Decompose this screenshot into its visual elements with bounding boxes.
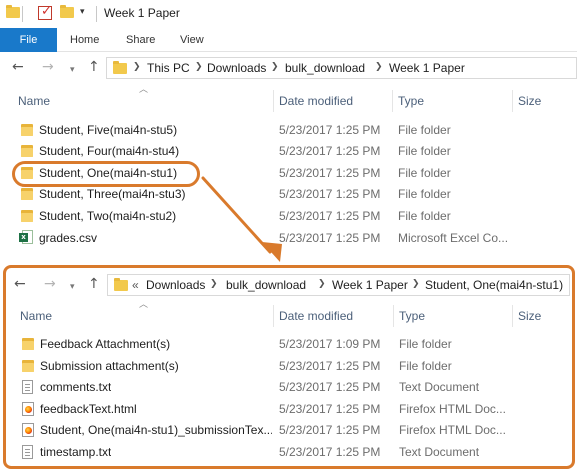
list-item[interactable]: Submission attachment(s) 5/23/2017 1:25 … [6, 356, 572, 377]
list-item[interactable]: timestamp.txt 5/23/2017 1:25 PM Text Doc… [6, 442, 572, 463]
column-divider[interactable] [273, 305, 274, 327]
list-item[interactable]: feedbackText.html 5/23/2017 1:25 PM Fire… [6, 399, 572, 420]
chevron-right-icon[interactable]: ❯ [412, 279, 420, 289]
column-divider[interactable] [393, 305, 394, 327]
file-date: 5/23/2017 1:09 PM [279, 337, 381, 351]
up-arrow-icon[interactable]: ↑ [88, 275, 100, 293]
list-item[interactable]: comments.txt 5/23/2017 1:25 PM Text Docu… [6, 377, 572, 398]
file-date: 5/23/2017 1:25 PM [279, 380, 381, 394]
file-type: Text Document [399, 445, 480, 459]
file-type: File folder [399, 337, 452, 351]
file-name: Feedback Attachment(s) [40, 337, 171, 351]
address-bar[interactable]: « Downloads ❯ bulk_download ❯ Week 1 Pap… [107, 274, 570, 296]
file-date: 5/23/2017 1:25 PM [279, 402, 381, 416]
folder-icon [114, 278, 128, 291]
file-type: Firefox HTML Doc... [399, 423, 506, 437]
file-type: Firefox HTML Doc... [399, 402, 506, 416]
navigation-bar: ← → ▾ ↑ « Downloads ❯ bulk_download ❯ We… [6, 274, 572, 296]
breadcrumb-bulk-download[interactable]: bulk_download [226, 278, 306, 292]
file-type: Text Document [399, 380, 480, 394]
back-arrow-icon[interactable]: ← [14, 275, 26, 293]
column-header-name[interactable]: Name [20, 309, 52, 323]
column-headers: ︿ Name Date modified Type Size [6, 300, 572, 327]
file-name: comments.txt [40, 380, 112, 394]
breadcrumb-week-1-paper[interactable]: Week 1 Paper [332, 278, 408, 292]
recent-locations-chevron-icon[interactable]: ▾ [70, 278, 75, 296]
folder-icon [22, 360, 34, 372]
chevron-right-icon[interactable]: ❯ [318, 279, 326, 289]
file-date: 5/23/2017 1:25 PM [279, 359, 381, 373]
column-header-size[interactable]: Size [518, 309, 541, 323]
file-name: Student, One(mai4n-stu1)_submissionTex..… [40, 423, 272, 437]
file-name: feedbackText.html [40, 402, 137, 416]
folder-icon [22, 338, 34, 350]
column-header-type[interactable]: Type [399, 309, 425, 323]
forward-arrow-icon[interactable]: → [44, 275, 56, 293]
chevron-right-icon[interactable]: ❯ [210, 279, 218, 289]
breadcrumb-downloads[interactable]: Downloads [146, 278, 205, 292]
arrow-head [262, 242, 282, 262]
arrow-shaft [201, 176, 272, 254]
subfolder-window: ← → ▾ ↑ « Downloads ❯ bulk_download ❯ We… [3, 265, 575, 469]
file-name: timestamp.txt [40, 445, 112, 459]
text-file-icon [22, 380, 33, 394]
file-type: File folder [399, 359, 452, 373]
file-date: 5/23/2017 1:25 PM [279, 445, 381, 459]
file-date: 5/23/2017 1:25 PM [279, 423, 381, 437]
column-header-date-modified[interactable]: Date modified [279, 309, 353, 323]
breadcrumb-overflow[interactable]: « [132, 278, 139, 292]
column-divider[interactable] [512, 305, 513, 327]
breadcrumb-student-one[interactable]: Student, One(mai4n-stu1) [425, 278, 563, 292]
file-name: Submission attachment(s) [40, 359, 179, 373]
sort-ascending-icon: ︿ [139, 300, 149, 310]
list-item[interactable]: Feedback Attachment(s) 5/23/2017 1:09 PM… [6, 334, 572, 355]
text-file-icon [22, 445, 33, 459]
firefox-html-icon [22, 423, 34, 437]
list-item[interactable]: Student, One(mai4n-stu1)_submissionTex..… [6, 420, 572, 441]
firefox-html-icon [22, 402, 34, 416]
